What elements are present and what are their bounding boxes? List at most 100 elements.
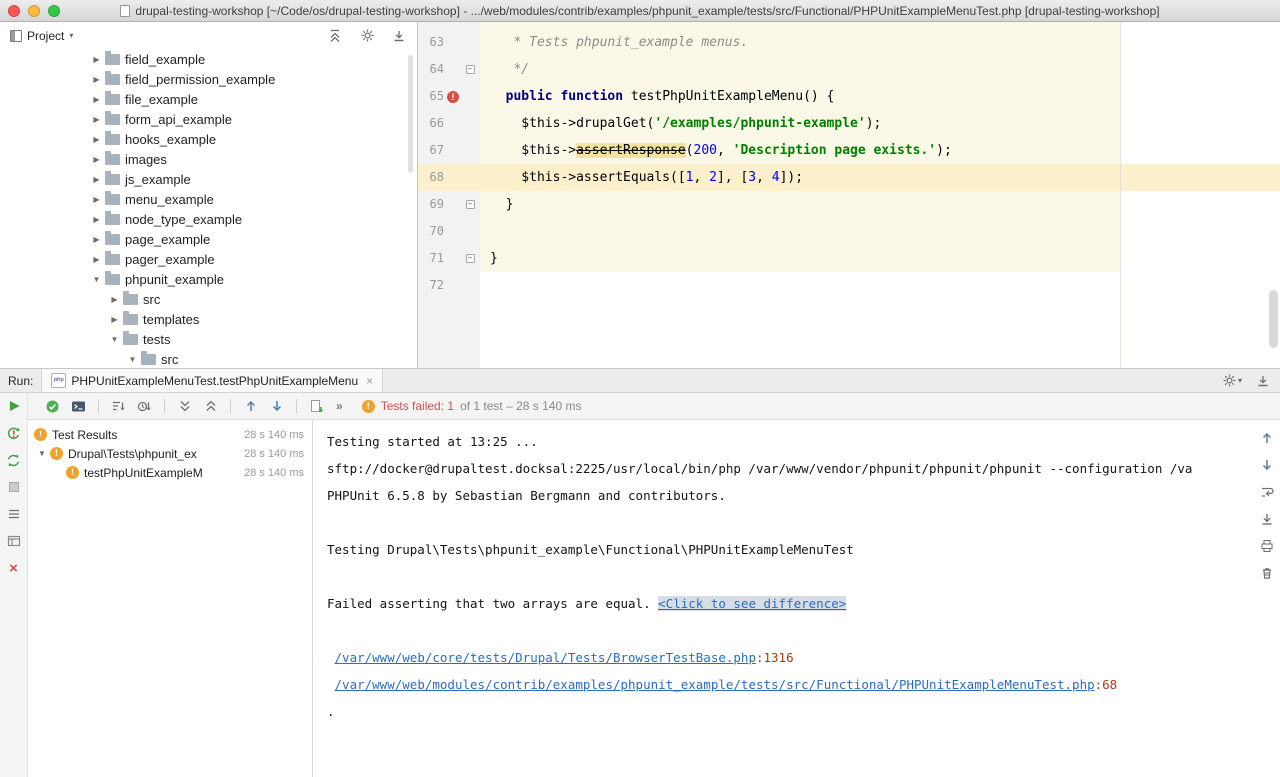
project-tree-item[interactable]: ▶file_example: [0, 89, 417, 109]
chevron-down-icon[interactable]: ▾: [69, 31, 73, 40]
project-tree-item[interactable]: ▼phpunit_example: [0, 269, 417, 289]
project-tree-item[interactable]: ▶field_permission_example: [0, 69, 417, 89]
close-tab-icon[interactable]: ×: [366, 374, 373, 388]
project-tree-item[interactable]: ▶hooks_example: [0, 129, 417, 149]
rerun-failed-tests-icon[interactable]: [6, 425, 22, 441]
code-line[interactable]: */: [480, 56, 1280, 83]
editor-line[interactable]: 70: [418, 218, 1280, 245]
editor-line[interactable]: 64− */: [418, 56, 1280, 83]
chevron-right-icon[interactable]: ▶: [108, 315, 121, 324]
gutter[interactable]: 71−: [418, 245, 480, 272]
project-tree-item[interactable]: ▶form_api_example: [0, 109, 417, 129]
gutter[interactable]: 63: [418, 29, 480, 56]
code-line[interactable]: }: [480, 245, 1280, 272]
clear-console-icon[interactable]: [1259, 565, 1275, 581]
gutter[interactable]: 65!: [418, 83, 480, 110]
chevron-right-icon[interactable]: ▶: [90, 255, 103, 264]
fold-marker-icon[interactable]: −: [466, 200, 475, 209]
chevron-right-icon[interactable]: ▶: [90, 75, 103, 84]
project-tree-item[interactable]: ▶images: [0, 149, 417, 169]
failed-test-gutter-icon[interactable]: !: [447, 91, 459, 103]
collapse-all-icon[interactable]: [202, 398, 219, 415]
code-line[interactable]: $this->drupalGet('/examples/phpunit-exam…: [480, 110, 1280, 137]
rerun-button[interactable]: [6, 398, 22, 414]
settings-gear-icon[interactable]: ▾: [1223, 374, 1242, 387]
diff-link[interactable]: <Click to see difference>: [658, 596, 846, 611]
minimize-window-button[interactable]: [28, 5, 40, 17]
project-tree-item[interactable]: ▶templates: [0, 309, 417, 329]
expand-all-icon[interactable]: [176, 398, 193, 415]
collapse-all-icon[interactable]: [327, 28, 343, 44]
show-passed-icon[interactable]: [44, 398, 61, 415]
previous-failed-test-icon[interactable]: [242, 398, 259, 415]
chevron-down-icon[interactable]: ▼: [90, 275, 103, 284]
editor-line[interactable]: 68 $this->assertEquals([1, 2], [3, 4]);: [418, 164, 1280, 191]
toggle-auto-test-icon[interactable]: [6, 452, 22, 468]
print-icon[interactable]: [1259, 538, 1275, 554]
splitter[interactable]: [312, 420, 313, 777]
chevron-right-icon[interactable]: ▶: [90, 215, 103, 224]
gutter[interactable]: 69−: [418, 191, 480, 218]
project-tree-item[interactable]: ▶page_example: [0, 229, 417, 249]
editor-line[interactable]: 63 * Tests phpunit_example menus.: [418, 29, 1280, 56]
project-tree-item[interactable]: ▶node_type_example: [0, 209, 417, 229]
test-tree-item[interactable]: ▼!Drupal\Tests\phpunit_ex28 s 140 ms: [28, 444, 312, 463]
project-panel-title[interactable]: Project: [27, 29, 64, 43]
project-tree-item[interactable]: ▶field_example: [0, 49, 417, 69]
editor-scrollbar-thumb[interactable]: [1269, 290, 1278, 348]
chevron-right-icon[interactable]: ▶: [90, 155, 103, 164]
next-failed-test-icon[interactable]: [268, 398, 285, 415]
editor-line[interactable]: 67 $this->assertResponse(200, 'Descripti…: [418, 137, 1280, 164]
gutter[interactable]: 70: [418, 218, 480, 245]
chevron-right-icon[interactable]: ▶: [90, 115, 103, 124]
chevron-right-icon[interactable]: ▶: [108, 295, 121, 304]
chevron-right-icon[interactable]: ▶: [90, 235, 103, 244]
test-tree-item[interactable]: !Test Results28 s 140 ms: [28, 425, 312, 444]
chevron-right-icon[interactable]: ▶: [90, 175, 103, 184]
code-line[interactable]: * Tests phpunit_example menus.: [480, 29, 1280, 56]
run-tab[interactable]: php PHPUnitExampleMenuTest.testPhpUnitEx…: [41, 369, 383, 392]
scroll-to-end-icon[interactable]: [1259, 511, 1275, 527]
code-line[interactable]: $this->assertResponse(200, 'Description …: [480, 137, 1280, 164]
soft-wrap-icon[interactable]: [1259, 484, 1275, 500]
editor-line[interactable]: 65! public function testPhpUnitExampleMe…: [418, 83, 1280, 110]
editor-line[interactable]: 66 $this->drupalGet('/examples/phpunit-e…: [418, 110, 1280, 137]
gutter[interactable]: 72: [418, 272, 480, 299]
stack-trace-down-icon[interactable]: [1259, 457, 1275, 473]
zoom-window-button[interactable]: [48, 5, 60, 17]
project-tree-item[interactable]: ▶pager_example: [0, 249, 417, 269]
project-tree-item[interactable]: ▼tests: [0, 329, 417, 349]
project-tree-item[interactable]: ▶src: [0, 289, 417, 309]
project-tree-item[interactable]: ▶menu_example: [0, 189, 417, 209]
code-line[interactable]: [480, 218, 1280, 245]
import-test-results-icon[interactable]: [308, 398, 325, 415]
gutter[interactable]: 68: [418, 164, 480, 191]
editor-line[interactable]: 69− }: [418, 191, 1280, 218]
fold-marker-icon[interactable]: −: [466, 254, 475, 263]
gutter[interactable]: 66: [418, 110, 480, 137]
stop-icon[interactable]: [6, 479, 22, 495]
sort-by-duration-icon[interactable]: [136, 398, 153, 415]
editor[interactable]: 63 * Tests phpunit_example menus.64− */6…: [418, 22, 1280, 368]
chevron-down-icon[interactable]: ▼: [126, 355, 139, 364]
code-line[interactable]: [480, 272, 1280, 299]
project-tree-item[interactable]: ▼src: [0, 349, 417, 368]
chevron-right-icon[interactable]: ▶: [90, 95, 103, 104]
file-link[interactable]: /var/www/web/modules/contrib/examples/ph…: [335, 677, 1095, 692]
restore-layout-icon[interactable]: [6, 533, 22, 549]
file-link[interactable]: /var/www/web/core/tests/Drupal/Tests/Bro…: [335, 650, 756, 665]
chevron-down-icon[interactable]: ▼: [34, 449, 50, 458]
hide-panel-icon[interactable]: [391, 28, 407, 44]
editor-line[interactable]: 71−}: [418, 245, 1280, 272]
editor-line[interactable]: 72: [418, 272, 1280, 299]
code-line[interactable]: }: [480, 191, 1280, 218]
fold-marker-icon[interactable]: −: [466, 65, 475, 74]
stack-trace-up-icon[interactable]: [1259, 430, 1275, 446]
hide-panel-icon[interactable]: [1256, 374, 1270, 388]
test-tree-item[interactable]: !testPhpUnitExampleM28 s 140 ms: [28, 463, 312, 482]
close-icon[interactable]: ×: [6, 560, 22, 576]
project-tree-item[interactable]: ▶js_example: [0, 169, 417, 189]
code-line[interactable]: public function testPhpUnitExampleMenu()…: [480, 83, 1280, 110]
overflow-chevron-icon[interactable]: »: [336, 399, 343, 413]
chevron-right-icon[interactable]: ▶: [90, 135, 103, 144]
